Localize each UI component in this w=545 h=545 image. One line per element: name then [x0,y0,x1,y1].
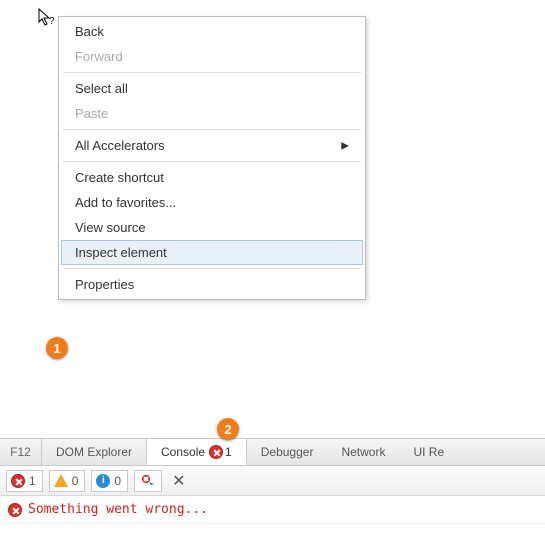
menu-separator [63,268,361,269]
tab-console[interactable]: Console 1 [146,439,247,465]
filter-errors-button[interactable]: 1 [6,470,43,492]
annotation-callout-1: 1 [46,337,68,359]
menu-paste: Paste [61,101,363,126]
context-menu: Back Forward Select all Paste All Accele… [58,16,366,300]
console-toolbar: 1 0 i 0 ✕ [0,466,545,496]
filter-info-button[interactable]: i 0 [91,470,128,492]
tab-error-count: 1 [225,445,232,459]
menu-back[interactable]: Back [61,19,363,44]
count: 1 [29,474,36,488]
menu-select-all[interactable]: Select all [61,76,363,101]
tab-label: Console [161,445,205,459]
menu-separator [63,161,361,162]
menu-inspect-element[interactable]: Inspect element [61,240,363,265]
error-icon [209,445,223,459]
menu-view-source[interactable]: View source [61,215,363,240]
tab-ui-responsiveness[interactable]: UI Re [399,439,458,465]
tab-network[interactable]: Network [327,439,399,465]
svg-text:?: ? [49,16,55,27]
menu-properties[interactable]: Properties [61,272,363,297]
menu-create-shortcut[interactable]: Create shortcut [61,165,363,190]
f12-label: F12 [0,439,42,465]
help-cursor-icon: ? [38,8,56,33]
clear-console-button[interactable]: ✕ [172,471,185,491]
devtools-panel: F12 DOM Explorer Console 1 Debugger Netw… [0,438,545,524]
console-log-row: Something went wrong... [0,496,545,524]
menu-separator [63,72,361,73]
count: 0 [72,474,79,488]
target-selector-button[interactable] [134,470,162,492]
devtools-tab-strip: F12 DOM Explorer Console 1 Debugger Netw… [0,438,545,466]
info-icon: i [96,474,110,488]
error-icon [11,474,25,488]
menu-all-accelerators[interactable]: All Accelerators ▶ [61,133,363,158]
filter-warnings-button[interactable]: 0 [49,470,86,492]
submenu-arrow-icon: ▶ [341,140,349,151]
menu-separator [63,129,361,130]
tab-debugger[interactable]: Debugger [247,439,328,465]
annotation-callout-2: 2 [217,418,239,440]
console-log-message: Something went wrong... [28,502,208,517]
target-icon [141,474,155,488]
tab-error-badge: 1 [209,445,232,459]
warning-icon [54,474,68,487]
error-icon [8,503,22,517]
menu-forward: Forward [61,44,363,69]
count: 0 [114,474,121,488]
tab-dom-explorer[interactable]: DOM Explorer [42,439,146,465]
menu-add-to-favorites[interactable]: Add to favorites... [61,190,363,215]
menu-item-label: All Accelerators [75,138,165,153]
